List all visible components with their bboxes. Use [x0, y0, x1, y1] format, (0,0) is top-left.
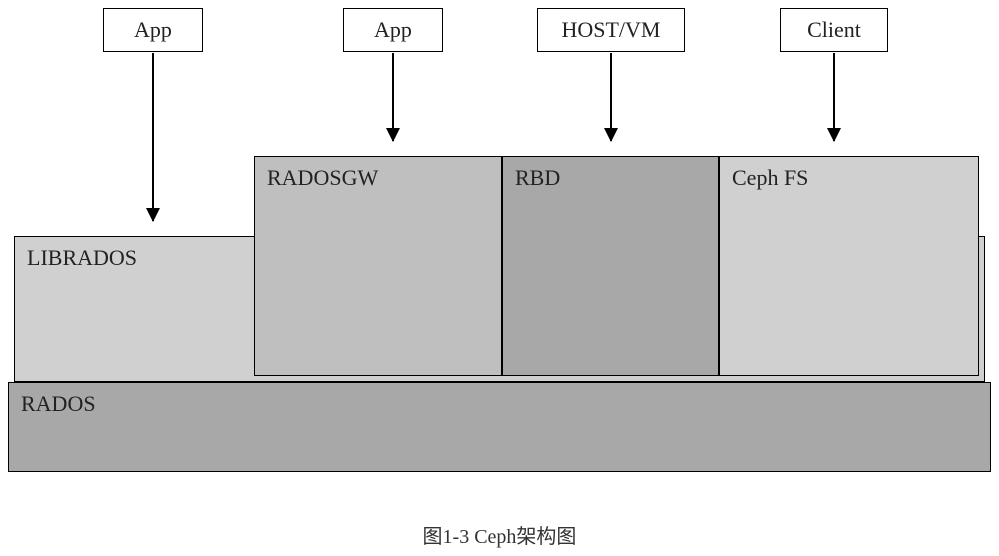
client-label: HOST/VM: [561, 17, 660, 43]
arrow-icon: [610, 53, 612, 141]
client-box-app-2: App: [343, 8, 443, 52]
layer-rbd: RBD: [502, 156, 719, 376]
ceph-architecture-diagram: App App HOST/VM Client RADOS LIBRADOS RA…: [0, 0, 999, 556]
layer-label: RADOS: [21, 391, 96, 417]
arrow-icon: [152, 53, 154, 221]
arrow-icon: [833, 53, 835, 141]
client-label: Client: [807, 17, 861, 43]
layer-label: RADOSGW: [267, 165, 378, 191]
arrow-icon: [392, 53, 394, 141]
layer-label: RBD: [515, 165, 560, 191]
layer-label: LIBRADOS: [27, 245, 137, 271]
client-box-app-1: App: [103, 8, 203, 52]
figure-caption: 图1-3 Ceph架构图: [0, 520, 999, 549]
client-box-client: Client: [780, 8, 888, 52]
layer-rados: RADOS: [8, 382, 991, 472]
client-box-hostvm: HOST/VM: [537, 8, 685, 52]
layer-radosgw: RADOSGW: [254, 156, 502, 376]
client-label: App: [134, 17, 172, 43]
layer-label: Ceph FS: [732, 165, 808, 191]
layer-cephfs: Ceph FS: [719, 156, 979, 376]
caption-text: 图1-3 Ceph架构图: [423, 526, 577, 548]
client-label: App: [374, 17, 412, 43]
